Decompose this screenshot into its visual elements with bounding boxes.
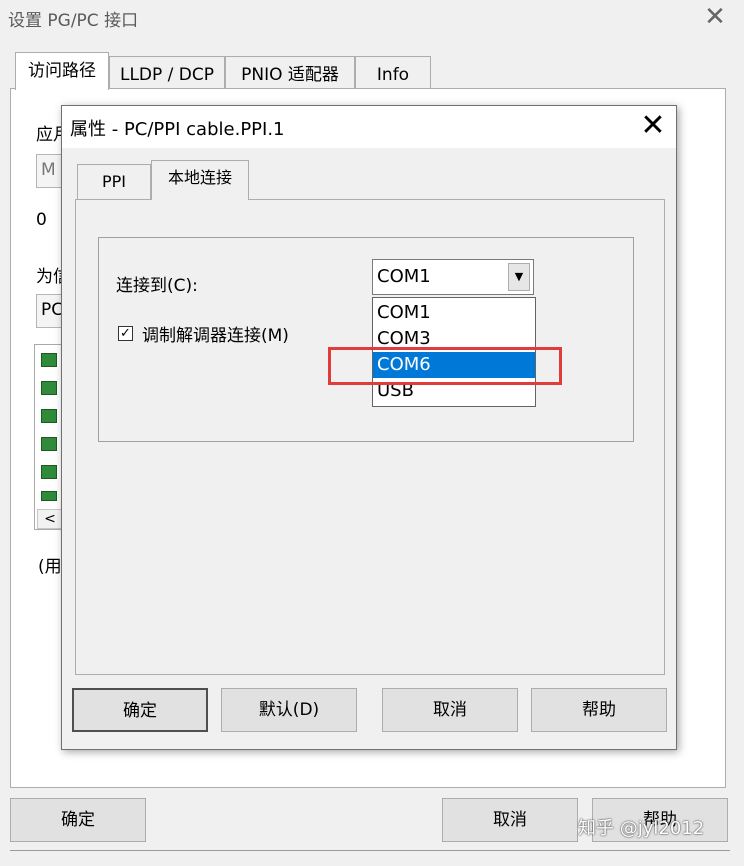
- outer-close-icon[interactable]: ✕: [700, 2, 730, 32]
- network-adapter-icon: [41, 491, 57, 501]
- chevron-down-icon[interactable]: ▼: [508, 263, 530, 291]
- network-adapter-icon: [41, 353, 57, 367]
- outer-label-zero: 0: [36, 210, 47, 230]
- watermark: 知乎 @jyl2012: [578, 818, 705, 839]
- dialog-default-button[interactable]: 默认(D): [221, 688, 357, 732]
- network-adapter-icon: [41, 437, 57, 451]
- combo-selected-value: COM1: [377, 266, 431, 287]
- dialog-ok-button[interactable]: 确定: [72, 688, 208, 732]
- network-adapter-icon: [41, 409, 57, 423]
- network-adapter-icon: [41, 465, 57, 479]
- tab-ppi[interactable]: PPI: [77, 164, 151, 200]
- network-adapter-icon: [41, 381, 57, 395]
- outer-ok-button[interactable]: 确定: [10, 798, 146, 842]
- connect-to-combobox[interactable]: COM1 ▼: [372, 259, 534, 295]
- outer-label-use: (用: [38, 557, 62, 577]
- tab-local-connection[interactable]: 本地连接: [151, 160, 249, 200]
- properties-dialog: 属性 - PC/PPI cable.PPI.1 ✕ PPI 本地连接 连接到(C…: [61, 105, 677, 750]
- scroll-left-icon[interactable]: <: [37, 509, 63, 529]
- dialog-help-button[interactable]: 帮助: [531, 688, 667, 732]
- dialog-close-icon[interactable]: ✕: [636, 110, 670, 144]
- option-com1[interactable]: COM1: [373, 300, 535, 326]
- annotation-highlight-box: [328, 347, 562, 385]
- dialog-cancel-button[interactable]: 取消: [382, 688, 518, 732]
- outer-window-title: 设置 PG/PC 接口: [8, 11, 139, 31]
- tab-access-path[interactable]: 访问路径: [15, 52, 109, 90]
- outer-cancel-button[interactable]: 取消: [442, 798, 578, 842]
- connect-to-label: 连接到(C):: [116, 276, 198, 296]
- outer-bottom-edge: [10, 850, 730, 866]
- modem-connection-checkbox[interactable]: ✓: [118, 326, 133, 341]
- modem-connection-label[interactable]: 调制解调器连接(M): [142, 321, 289, 346]
- dialog-title: 属性 - PC/PPI cable.PPI.1: [70, 119, 285, 140]
